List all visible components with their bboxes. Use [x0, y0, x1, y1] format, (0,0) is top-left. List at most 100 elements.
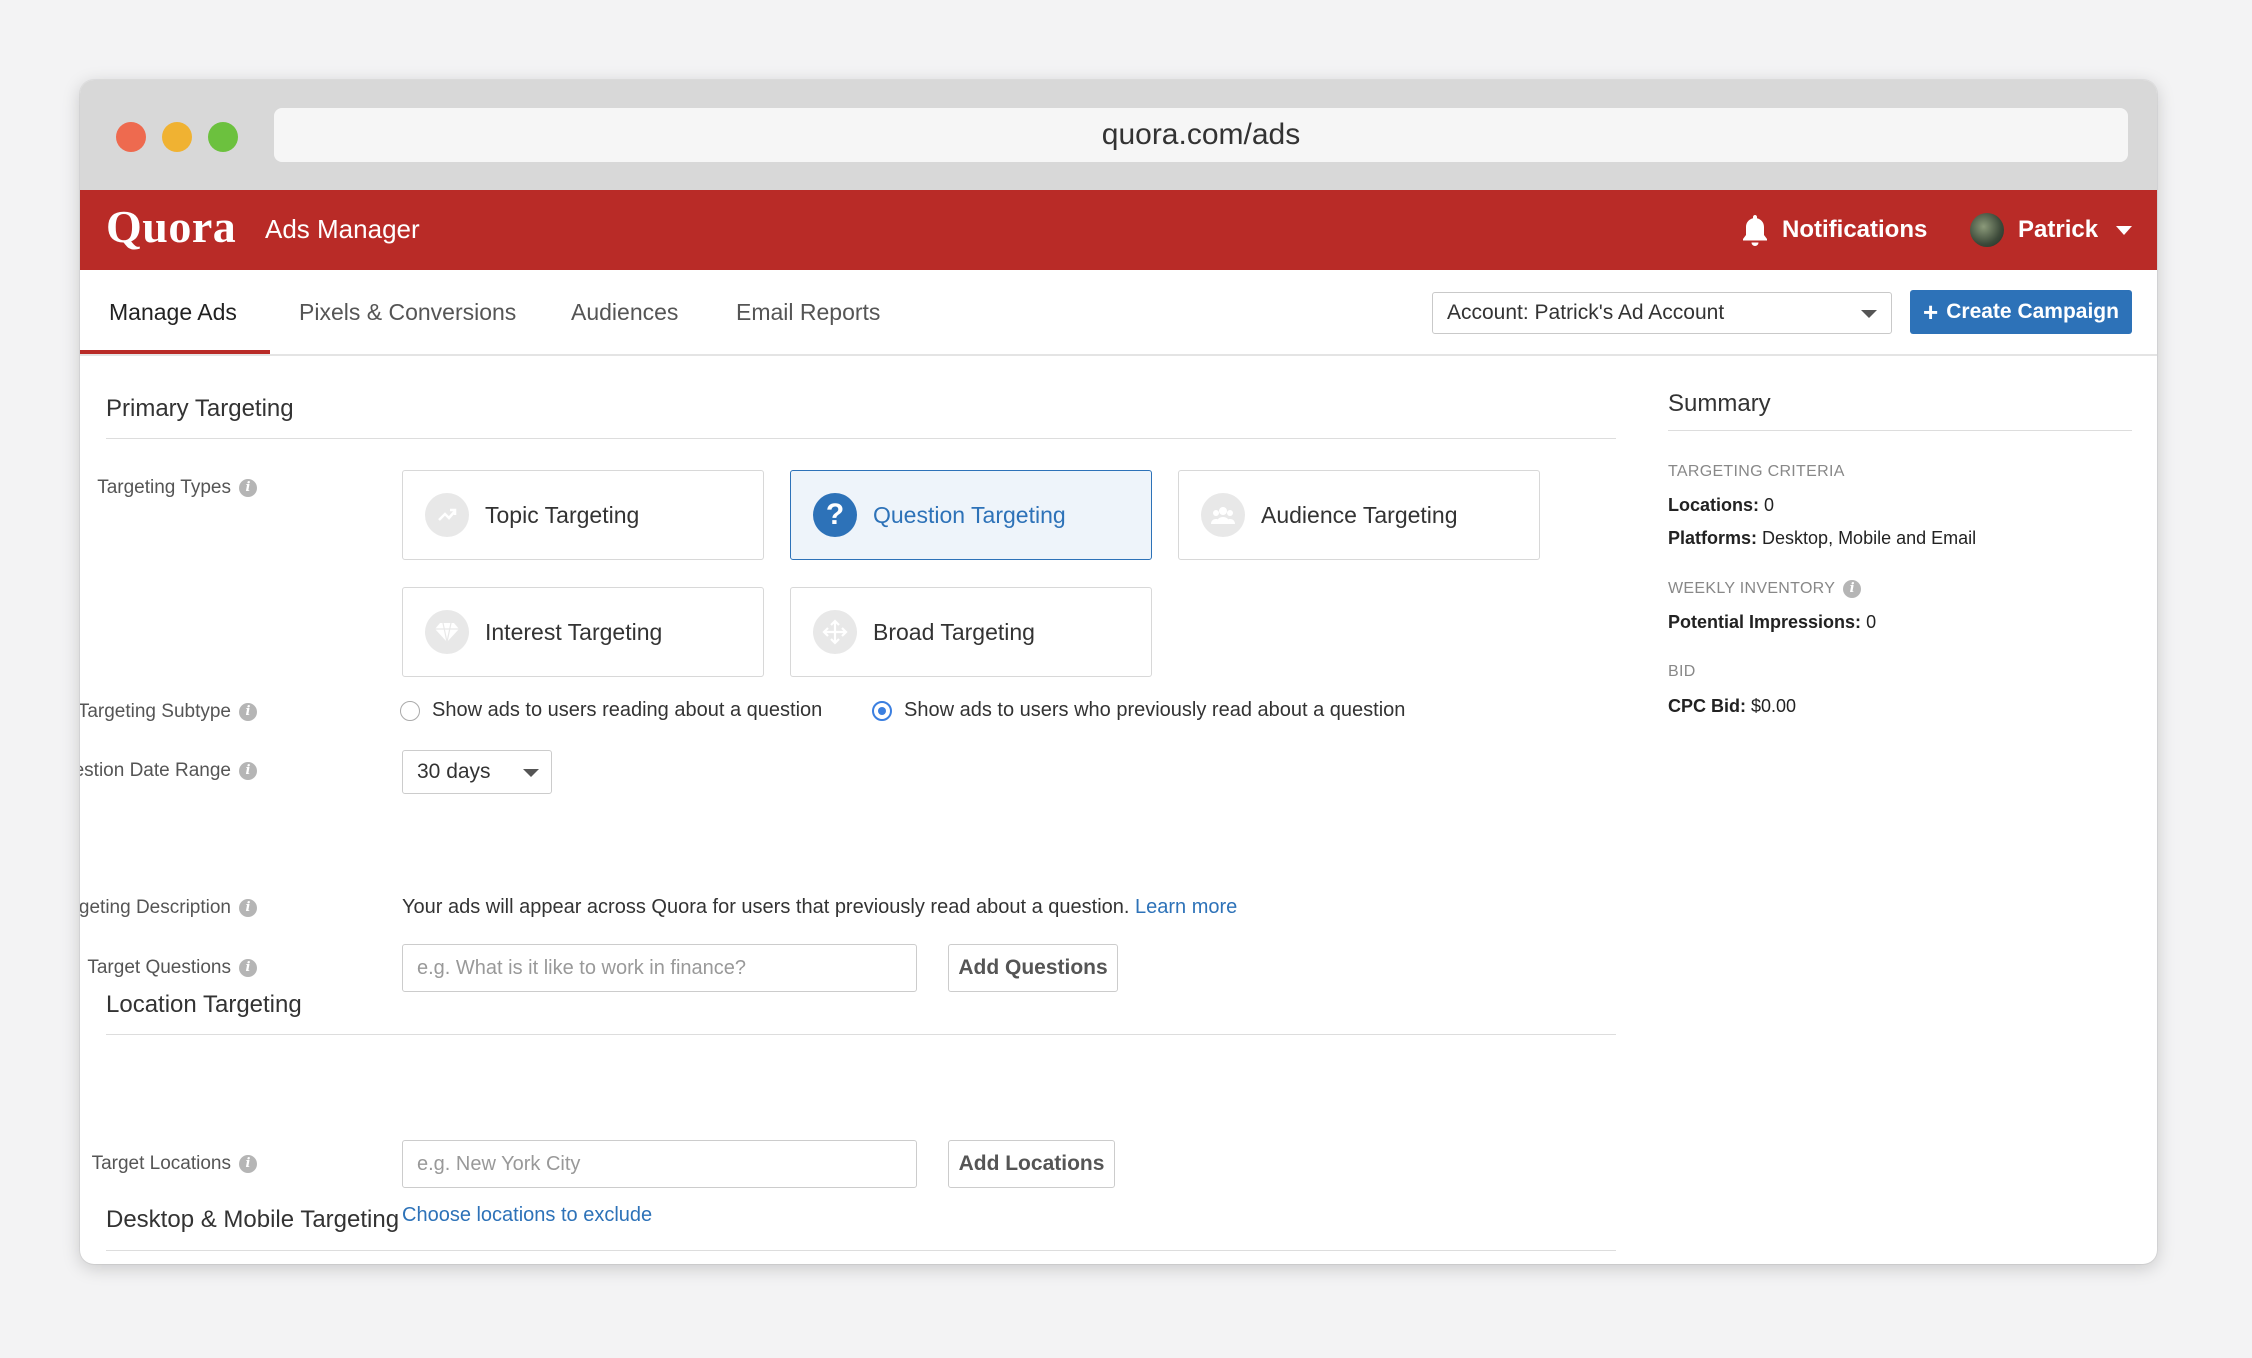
target-locations-input[interactable] [402, 1140, 917, 1188]
card-label: Interest Targeting [485, 618, 663, 645]
address-bar[interactable]: quora.com/ads [274, 108, 2128, 162]
maximize-window-button[interactable] [208, 122, 238, 152]
bid-heading: BID [1668, 663, 1696, 681]
tab-pixels-conversions[interactable]: Pixels & Conversions [299, 270, 516, 352]
card-interest-targeting[interactable]: Interest Targeting [402, 587, 764, 677]
weekly-inventory-heading: WEEKLY INVENTORY i [1668, 580, 1862, 598]
browser-chrome: quora.com/ads [80, 80, 2157, 190]
card-audience-targeting[interactable]: Audience Targeting [1178, 470, 1540, 560]
divider [1668, 430, 2132, 431]
heading-text: TARGETING CRITERIA [1668, 463, 1845, 480]
close-window-button[interactable] [116, 122, 146, 152]
target-questions-label: Target Questions i [87, 957, 257, 979]
app-name: Ads Manager [265, 214, 420, 244]
trend-icon [425, 493, 469, 537]
create-campaign-button[interactable]: + Create Campaign [1910, 290, 2132, 334]
learn-more-link[interactable]: Learn more [1135, 896, 1237, 918]
account-select-value: Account: Patrick's Ad Account [1447, 301, 1725, 324]
targeting-subtype-label: Targeting Subtype i [80, 701, 257, 723]
divider [106, 438, 1616, 439]
targeting-criteria-heading: TARGETING CRITERIA [1668, 463, 1845, 481]
label-text: Targeting Description [80, 897, 231, 918]
card-label: Broad Targeting [873, 618, 1035, 645]
add-locations-button[interactable]: Add Locations [948, 1140, 1115, 1188]
summary-key: Potential Impressions: [1668, 612, 1862, 632]
chevron-down-icon [2116, 225, 2133, 235]
label-text: Target Questions [87, 957, 231, 978]
location-targeting-title: Location Targeting [106, 991, 302, 1018]
info-icon[interactable]: i [239, 479, 257, 497]
account-select[interactable]: Account: Patrick's Ad Account [1432, 292, 1892, 334]
create-campaign-label: Create Campaign [1946, 300, 2119, 323]
exclude-locations-link[interactable]: Choose locations to exclude [402, 1204, 652, 1227]
info-icon[interactable]: i [239, 959, 257, 977]
primary-targeting-title: Primary Targeting [106, 395, 294, 422]
plus-icon: + [1923, 296, 1939, 327]
notifications-button[interactable]: Notifications [1740, 208, 1927, 252]
target-questions-input[interactable] [402, 944, 917, 992]
user-name: Patrick [2018, 216, 2099, 243]
move-icon [813, 610, 857, 654]
info-icon[interactable]: i [239, 899, 257, 917]
notifications-label: Notifications [1782, 216, 1928, 243]
label-text: Targeting Types [97, 477, 231, 498]
heading-text: WEEKLY INVENTORY [1668, 580, 1836, 597]
summary-cpc-bid: CPC Bid: $0.00 [1668, 696, 1796, 717]
targeting-types-label: Targeting Types i [97, 477, 257, 499]
quora-logo[interactable]: Quora [106, 200, 236, 253]
date-range-value: 30 days [417, 760, 491, 783]
divider [106, 1034, 1616, 1035]
summary-value: 0 [1764, 495, 1775, 515]
minimize-window-button[interactable] [162, 122, 192, 152]
card-broad-targeting[interactable]: Broad Targeting [790, 587, 1152, 677]
label-text: Targeting Subtype [80, 701, 231, 722]
summary-value: Desktop, Mobile and Email [1762, 528, 1977, 548]
summary-locations: Locations: 0 [1668, 495, 1774, 516]
summary-platforms: Platforms: Desktop, Mobile and Email [1668, 528, 1976, 549]
targeting-description-label: Targeting Description i [80, 897, 257, 919]
radio-button[interactable] [872, 700, 892, 721]
target-locations-label: Target Locations i [92, 1153, 257, 1175]
bell-icon [1743, 215, 1767, 246]
info-icon[interactable]: i [1843, 580, 1862, 598]
summary-key: CPC Bid: [1668, 696, 1746, 716]
app-header: Quora Ads Manager Notifications Patrick [80, 190, 2157, 270]
subtype-option-reading[interactable]: Show ads to users reading about a questi… [400, 699, 822, 722]
add-questions-button[interactable]: Add Questions [948, 944, 1118, 992]
card-label: Audience Targeting [1261, 501, 1458, 528]
question-icon: ? [813, 493, 857, 537]
summary-key: Platforms: [1668, 528, 1758, 548]
date-range-select[interactable]: 30 days [402, 750, 552, 794]
tab-audiences[interactable]: Audiences [571, 270, 678, 352]
subtype-option-previously-read[interactable]: Show ads to users who previously read ab… [872, 699, 1405, 722]
summary-impressions: Potential Impressions: 0 [1668, 612, 1876, 633]
user-menu[interactable]: Patrick [1970, 208, 2133, 252]
info-icon[interactable]: i [239, 762, 257, 780]
radio-label: Show ads to users reading about a questi… [432, 699, 823, 721]
divider [106, 1250, 1616, 1251]
summary-title: Summary [1668, 390, 1771, 417]
label-text: Question Date Range [80, 760, 231, 781]
label-text: Target Locations [91, 1153, 231, 1174]
active-tab-indicator [80, 350, 270, 354]
heading-text: BID [1668, 663, 1696, 680]
tab-manage-ads[interactable]: Manage Ads [109, 270, 237, 352]
info-icon[interactable]: i [239, 703, 257, 721]
summary-value: 0 [1866, 612, 1877, 632]
summary-value: $0.00 [1751, 696, 1797, 716]
people-icon [1201, 493, 1245, 537]
radio-button[interactable] [400, 700, 420, 721]
summary-key: Locations: [1668, 495, 1760, 515]
card-question-targeting[interactable]: ? Question Targeting [790, 470, 1152, 560]
diamond-icon [425, 610, 469, 654]
tab-email-reports[interactable]: Email Reports [736, 270, 880, 352]
card-topic-targeting[interactable]: Topic Targeting [402, 470, 764, 560]
avatar [1970, 213, 2004, 247]
chevron-down-icon [523, 769, 539, 777]
question-date-range-label: Question Date Range i [80, 760, 257, 782]
card-label: Topic Targeting [485, 501, 640, 528]
card-label: Question Targeting [873, 501, 1066, 528]
chevron-down-icon [1861, 310, 1877, 318]
info-icon[interactable]: i [239, 1155, 257, 1173]
targeting-description: Your ads will appear across Quora for us… [402, 896, 1237, 919]
